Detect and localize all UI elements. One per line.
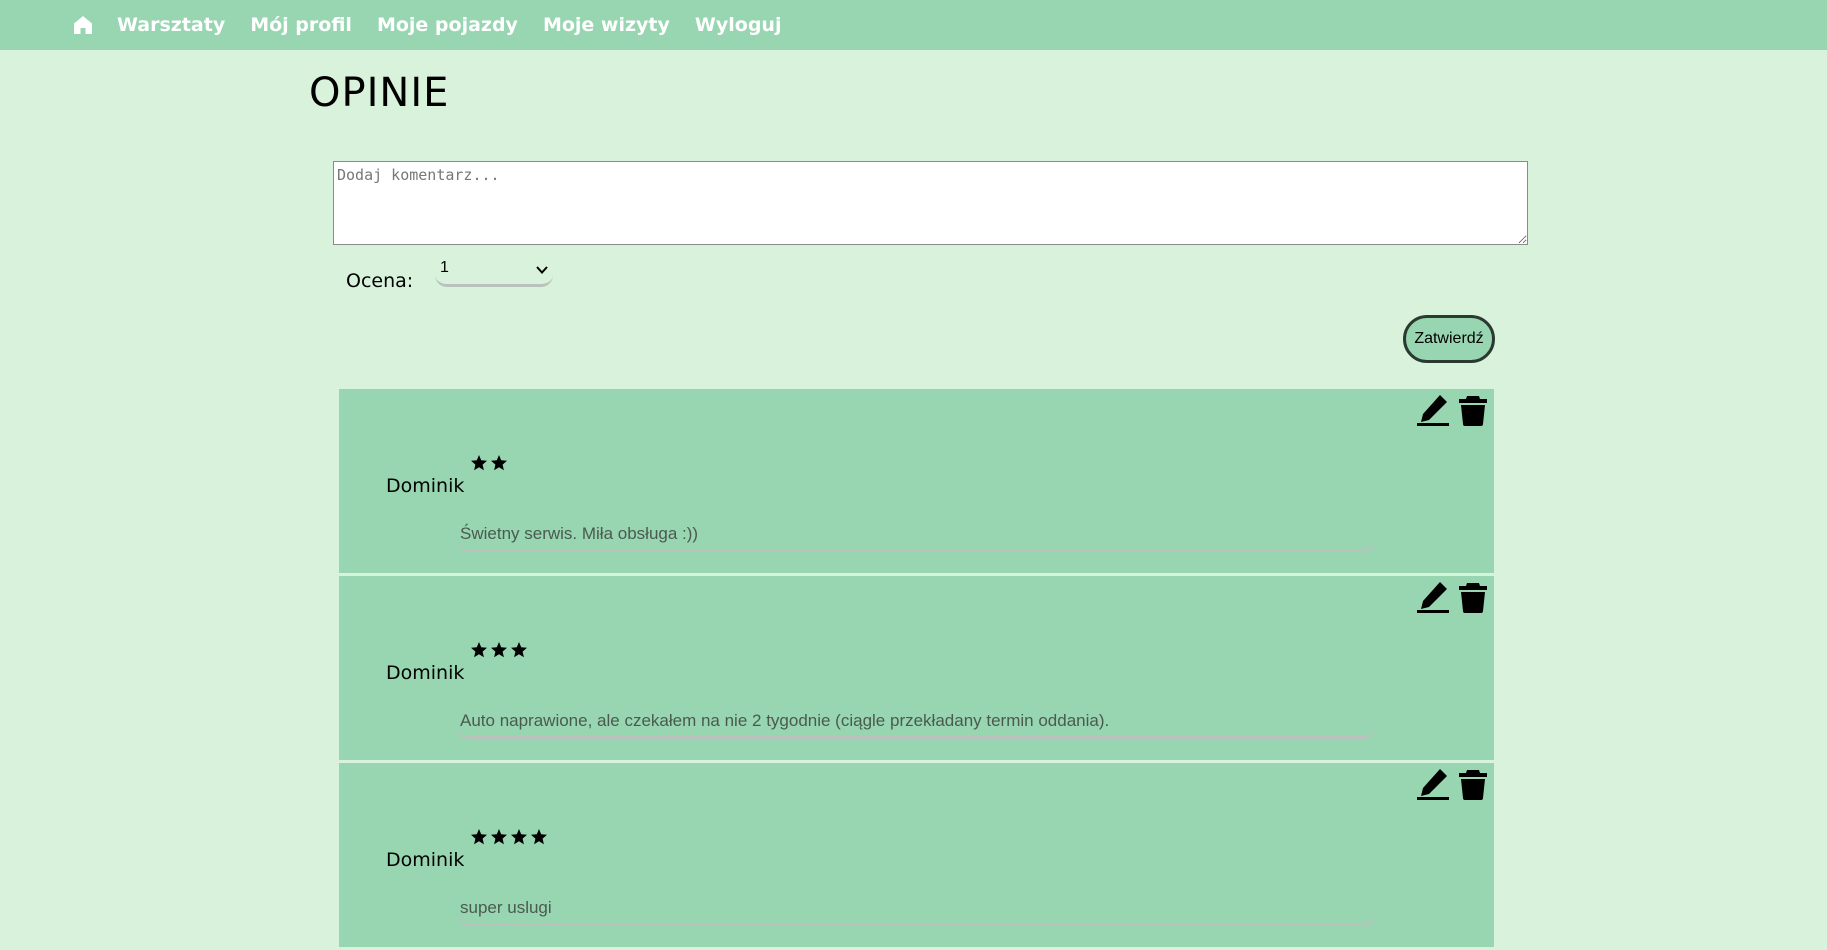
nav-link-moj-profil[interactable]: Mój profil [250,14,352,36]
trash-icon[interactable] [1456,767,1490,801]
submit-button[interactable]: Zatwierdź [1403,315,1495,363]
rating-select[interactable]: 1 [435,255,553,287]
review-actions [1416,767,1490,801]
review-actions [1416,580,1490,614]
star-icon [491,642,507,658]
reviews-list: Dominik Świetny serwis. Miła obsługa :))… [339,389,1494,950]
home-link[interactable] [73,15,93,35]
pencil-icon[interactable] [1416,767,1450,801]
nav-link-warsztaty[interactable]: Warsztaty [117,14,225,36]
trash-icon[interactable] [1456,580,1490,614]
review-text: Auto naprawione, ale czekałem na nie 2 t… [457,711,1375,739]
review-author: Dominik [386,662,465,684]
review-stars [470,828,548,846]
star-icon [471,829,487,845]
home-icon [74,16,92,34]
review-stars [470,641,528,659]
review-author: Dominik [386,475,465,497]
nav-link-moje-pojazdy[interactable]: Moje pojazdy [377,14,518,36]
review-text: super uslugi [457,898,1375,926]
star-icon [471,455,487,471]
page-title: OPINIE [309,70,450,116]
review-stars [470,454,508,472]
pencil-icon[interactable] [1416,393,1450,427]
rating-selected-value: 1 [440,259,449,276]
star-icon [531,829,547,845]
star-icon [471,642,487,658]
review-card-2: Dominik Auto naprawione, ale czekałem na… [339,576,1494,760]
comment-input[interactable] [333,161,1528,245]
pencil-icon[interactable] [1416,580,1450,614]
nav-link-moje-wizyty[interactable]: Moje wizyty [543,14,670,36]
top-navbar: Warsztaty Mój profil Moje pojazdy Moje w… [0,0,1827,50]
nav-link-wyloguj[interactable]: Wyloguj [695,14,782,36]
chevron-down-icon [536,266,548,274]
review-text: Świetny serwis. Miła obsługa :)) [457,524,1375,552]
review-author: Dominik [386,849,465,871]
star-icon [491,829,507,845]
star-icon [511,829,527,845]
star-icon [511,642,527,658]
review-actions [1416,393,1490,427]
review-card-3: Dominik super uslugi [339,763,1494,947]
star-icon [491,455,507,471]
review-card-1: Dominik Świetny serwis. Miła obsługa :)) [339,389,1494,573]
trash-icon[interactable] [1456,393,1490,427]
rating-label: Ocena: [346,270,414,292]
